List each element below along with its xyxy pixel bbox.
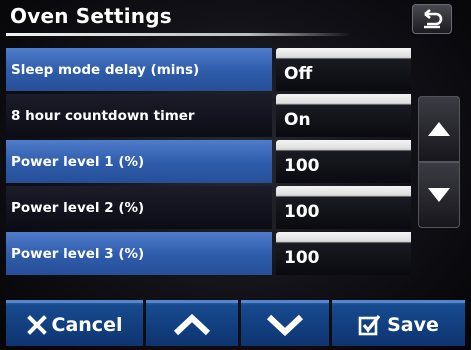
setting-row-countdown-timer[interactable]: 8 hour countdown timer On: [6, 94, 411, 137]
checkbox-icon: [358, 313, 382, 337]
chevron-down-icon: [266, 314, 304, 336]
setting-value: 100: [284, 201, 320, 222]
setting-value: Off: [284, 63, 313, 84]
setting-label: 8 hour countdown timer: [6, 94, 272, 137]
back-button[interactable]: [412, 4, 452, 34]
footer-bar: Cancel Save: [6, 300, 465, 346]
oven-settings-screen: Oven Settings Sleep mode delay (mins) Of…: [0, 0, 471, 350]
scroll-down-button[interactable]: [418, 162, 460, 228]
setting-row-power-level-2[interactable]: Power level 2 (%) 100: [6, 186, 411, 229]
chevron-up-icon: [173, 313, 211, 335]
settings-list: Sleep mode delay (mins) Off 8 hour count…: [6, 48, 411, 278]
setting-row-power-level-3[interactable]: Power level 3 (%) 100: [6, 232, 411, 275]
return-arrow-icon: [424, 8, 443, 29]
setting-value: On: [284, 109, 311, 130]
setting-value-field[interactable]: 100: [276, 232, 411, 275]
setting-value: 100: [284, 247, 320, 268]
x-icon: [26, 314, 47, 335]
setting-value: 100: [284, 155, 320, 176]
scroll-up-button[interactable]: [418, 96, 460, 162]
setting-value-field[interactable]: On: [276, 94, 411, 137]
setting-label: Power level 2 (%): [6, 186, 272, 229]
page-title: Oven Settings: [10, 4, 172, 28]
decrease-button[interactable]: [241, 300, 329, 346]
setting-label: Power level 3 (%): [6, 232, 272, 275]
title-divider: [6, 33, 351, 36]
setting-value-field[interactable]: Off: [276, 48, 411, 91]
triangle-down-icon: [428, 188, 450, 202]
setting-row-power-level-1[interactable]: Power level 1 (%) 100: [6, 140, 411, 183]
setting-label: Power level 1 (%): [6, 140, 272, 183]
save-button[interactable]: Save: [332, 300, 465, 346]
setting-label: Sleep mode delay (mins): [6, 48, 272, 91]
cancel-button[interactable]: Cancel: [6, 300, 143, 346]
cancel-label: Cancel: [51, 313, 123, 336]
save-label: Save: [387, 313, 439, 336]
increase-button[interactable]: [146, 300, 238, 346]
setting-value-field[interactable]: 100: [276, 186, 411, 229]
triangle-up-icon: [428, 122, 450, 136]
setting-row-sleep-mode-delay[interactable]: Sleep mode delay (mins) Off: [6, 48, 411, 91]
setting-value-field[interactable]: 100: [276, 140, 411, 183]
